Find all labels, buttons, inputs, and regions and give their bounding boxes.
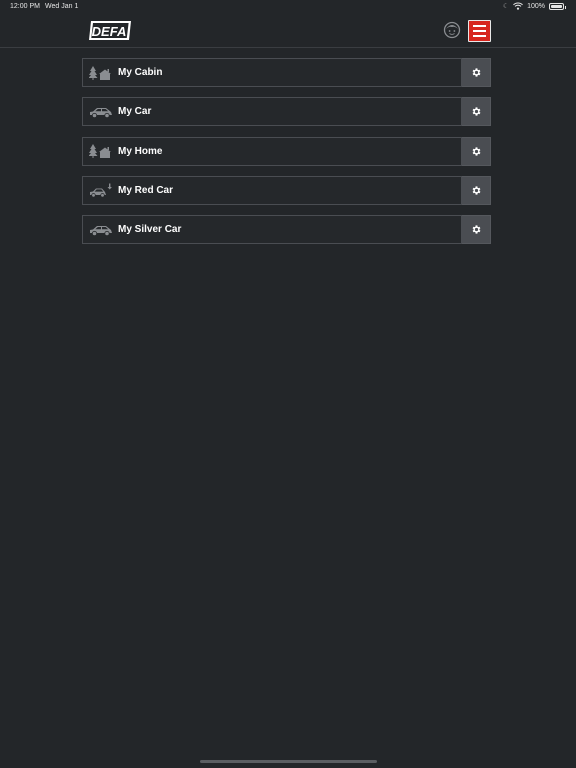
car-alert-icon [90,183,112,198]
device-row-my-red-car: My Red Car [82,175,491,205]
svg-text:DEFA: DEFA [92,24,127,39]
moon-icon: ☾ [502,3,510,10]
device-row-my-home: My Home [82,136,491,166]
home-icon [89,144,111,159]
status-date: Wed Jan 1 [45,3,79,10]
home-indicator[interactable] [200,760,377,763]
device-row-my-cabin: My Cabin [82,58,491,87]
settings-button-my-car[interactable] [462,97,491,127]
device-label: My Silver Car [118,224,182,236]
device-item-my-car[interactable]: My Car [82,97,462,127]
settings-button-my-cabin[interactable] [462,58,491,87]
battery-icon [549,2,566,10]
device-row-my-silver-car: My Silver Car [82,215,491,245]
status-indicators: ☾ 100% [502,2,566,10]
device-item-my-silver-car[interactable]: My Silver Car [82,215,462,245]
device-item-my-red-car[interactable]: My Red Car [82,175,462,205]
settings-button-my-home[interactable] [462,136,491,166]
gear-icon [472,146,480,156]
settings-button-my-red-car[interactable] [462,175,491,205]
defa-logo[interactable]: DEFA [88,20,132,41]
app-header: DEFA [0,14,576,48]
wifi-icon [513,2,523,10]
device-item-my-home[interactable]: My Home [82,136,462,166]
gear-icon [472,107,480,116]
device-item-my-cabin[interactable]: My Cabin [82,58,462,87]
hamburger-menu-button[interactable] [468,20,491,42]
cabin-icon [89,65,111,80]
device-label: My Cabin [118,67,163,78]
device-row-my-car: My Car [82,97,491,127]
status-time: 12:00 PM [10,3,40,10]
user-avatar-icon[interactable] [443,21,461,39]
gear-icon [472,225,480,234]
car-icon [90,225,112,236]
gear-icon [472,186,480,195]
device-label: My Car [118,106,152,118]
battery-percent: 100% [527,2,545,10]
device-label: My Home [118,145,163,157]
hamburger-menu-icon [473,25,486,27]
gear-icon [472,68,480,77]
device-label: My Red Car [118,184,174,196]
car-icon [90,107,112,118]
device-list: My Cabin My Car My Home My Red Car My Si… [82,58,491,254]
status-bar: 12:00 PM Wed Jan 1 ☾ 100% [0,0,576,14]
settings-button-my-silver-car[interactable] [462,215,491,245]
